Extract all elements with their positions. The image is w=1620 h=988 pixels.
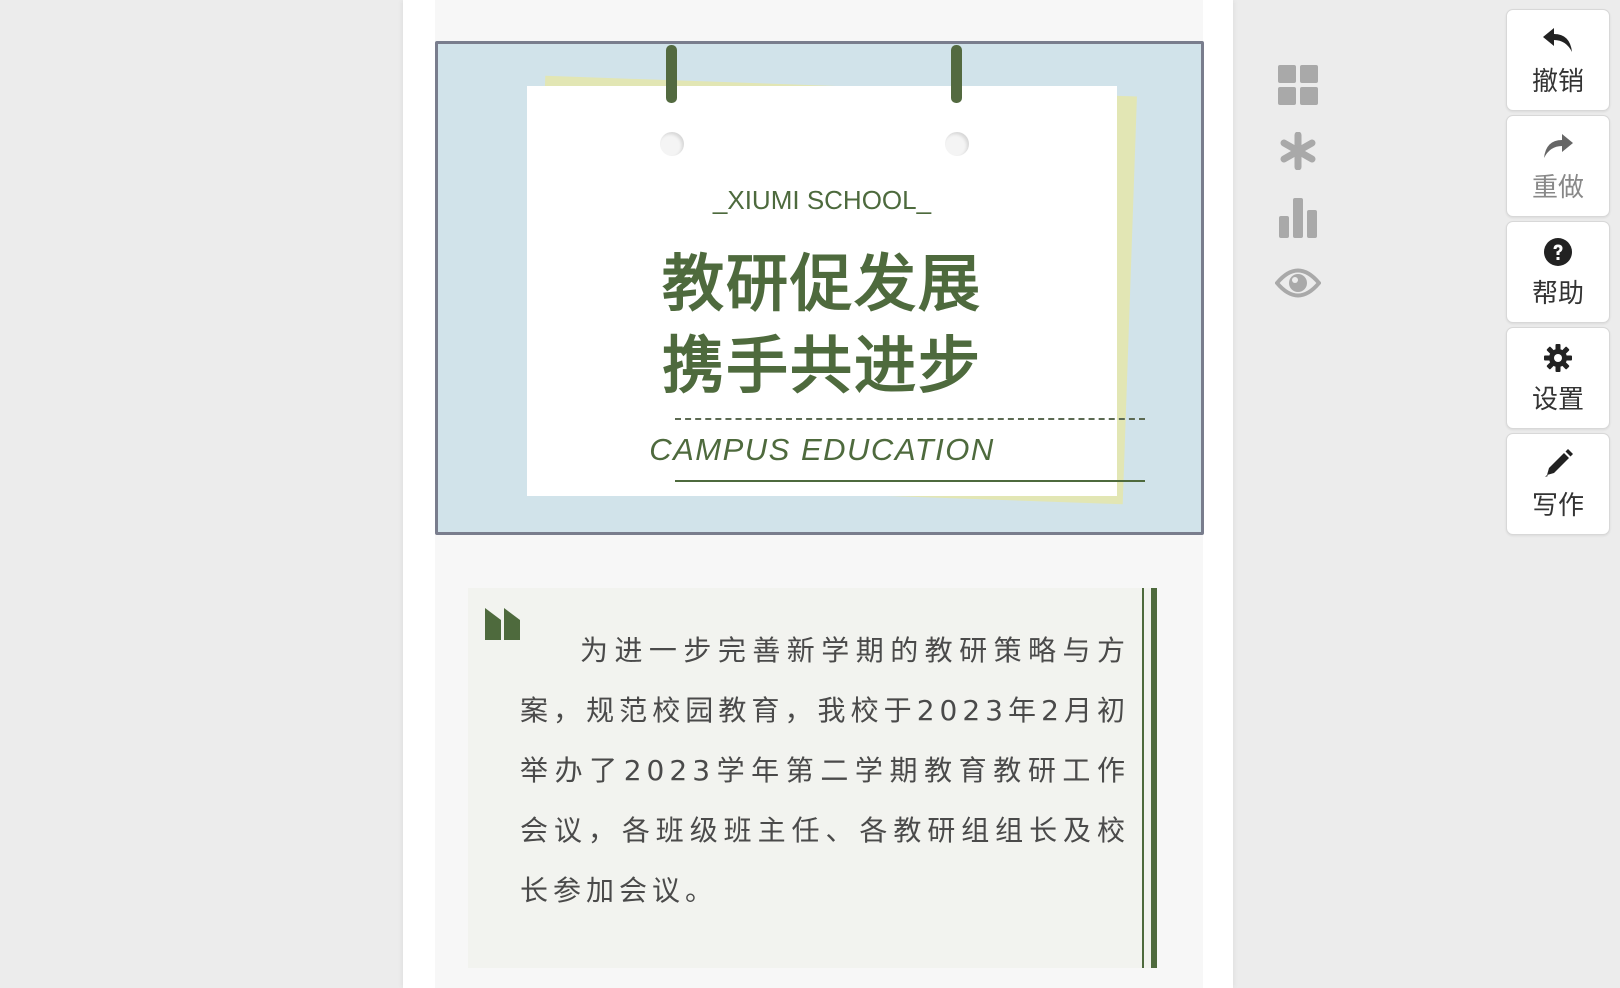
editor-canvas: _XIUMI SCHOOL_ 教研促发展 携手共进步 CAMPUS EDUCAT… bbox=[403, 0, 1233, 988]
right-toolbar: 撤销 重做 帮助 设置 写作 bbox=[1506, 9, 1612, 539]
write-label: 写作 bbox=[1531, 490, 1584, 521]
help-button[interactable]: 帮助 bbox=[1506, 221, 1610, 323]
headline-line1: 教研促发展 bbox=[661, 247, 982, 320]
gear-icon bbox=[1544, 341, 1572, 375]
paper-card: _XIUMI SCHOOL_ 教研促发展 携手共进步 CAMPUS EDUCAT… bbox=[527, 86, 1145, 496]
undo-arrow-icon bbox=[1542, 23, 1574, 57]
redo-label: 重做 bbox=[1531, 172, 1584, 203]
quote-text: 为进一步完善新学期的教研策略与方案，规范校园教育，我校于2023年2月初举办了2… bbox=[520, 634, 1130, 907]
side-icon-column bbox=[1270, 52, 1326, 316]
redo-button[interactable]: 重做 bbox=[1506, 115, 1610, 217]
paper-clip-right bbox=[951, 45, 962, 103]
write-button[interactable]: 写作 bbox=[1506, 433, 1610, 535]
article-body: _XIUMI SCHOOL_ 教研促发展 携手共进步 CAMPUS EDUCAT… bbox=[435, 0, 1204, 988]
help-label: 帮助 bbox=[1531, 278, 1584, 309]
clip-hole-left bbox=[660, 132, 684, 156]
undo-button[interactable]: 撤销 bbox=[1506, 9, 1610, 111]
clip-hole-right bbox=[945, 132, 969, 156]
banner-subtitle: CAMPUS EDUCATION bbox=[649, 432, 995, 467]
asterisk-icon[interactable] bbox=[1270, 118, 1326, 184]
settings-button[interactable]: 设置 bbox=[1506, 327, 1610, 429]
header-banner[interactable]: _XIUMI SCHOOL_ 教研促发展 携手共进步 CAMPUS EDUCAT… bbox=[435, 41, 1204, 535]
quote-border-thick bbox=[1151, 588, 1157, 968]
quote-block[interactable]: 为进一步完善新学期的教研策略与方案，规范校园教育，我校于2023年2月初举办了2… bbox=[468, 588, 1157, 968]
bar-chart-icon[interactable] bbox=[1270, 184, 1326, 250]
solid-divider bbox=[675, 480, 1145, 482]
headline-line2: 携手共进步 bbox=[661, 329, 982, 402]
grid-icon[interactable] bbox=[1270, 52, 1326, 118]
quote-mark-icon bbox=[485, 608, 520, 640]
pencil-icon bbox=[1543, 447, 1573, 481]
school-tag: _XIUMI SCHOOL_ bbox=[712, 185, 932, 215]
eye-icon[interactable] bbox=[1270, 250, 1326, 316]
dashed-divider bbox=[675, 418, 1145, 420]
redo-arrow-icon bbox=[1542, 129, 1574, 163]
quote-border-thin bbox=[1142, 588, 1144, 968]
settings-label: 设置 bbox=[1531, 384, 1584, 415]
help-icon bbox=[1544, 235, 1572, 269]
undo-label: 撤销 bbox=[1531, 66, 1584, 97]
paper-clip-left bbox=[666, 45, 677, 103]
